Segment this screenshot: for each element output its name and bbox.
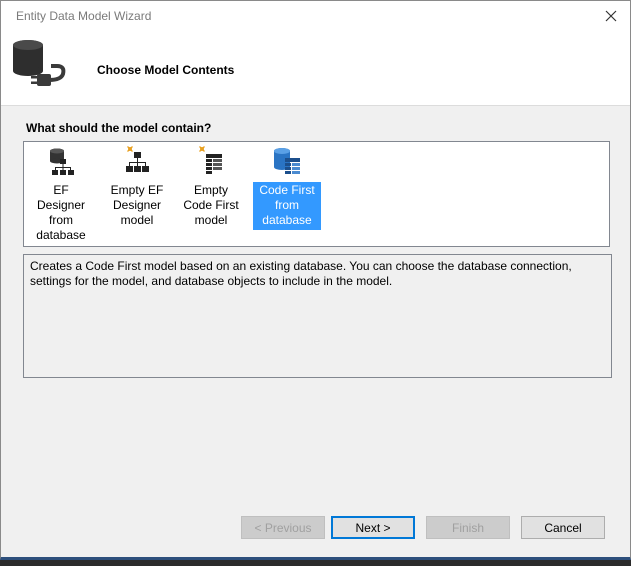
database-designer-icon — [50, 148, 74, 175]
model-question-label: What should the model contain? — [26, 121, 212, 135]
finish-button[interactable]: Finish — [426, 516, 510, 539]
option-empty-ef-designer-model[interactable]: Empty EF Designer model — [103, 146, 171, 227]
previous-button[interactable]: < Previous — [241, 516, 325, 539]
model-options-list: EF Designer from database Empty EF Desig… — [23, 141, 610, 247]
empty-designer-icon — [126, 146, 149, 172]
option-label: EF Designer from database — [36, 183, 86, 242]
option-label: Code First from database — [253, 182, 321, 230]
code-first-database-icon — [274, 148, 300, 174]
page-title: Choose Model Contents — [97, 63, 235, 77]
title-bar: Entity Data Model Wizard — [1, 1, 630, 31]
window-title: Entity Data Model Wizard — [16, 9, 152, 23]
wizard-header: Choose Model Contents — [1, 31, 630, 106]
option-label: Empty EF Designer model — [110, 183, 164, 227]
wizard-window: Entity Data Model Wizard Choose Model Co… — [0, 0, 631, 560]
cancel-button[interactable]: Cancel — [521, 516, 605, 539]
empty-code-first-icon — [199, 146, 222, 174]
option-label: Empty Code First model — [183, 183, 239, 227]
option-code-first-from-database[interactable]: Code First from database — [253, 146, 321, 230]
close-icon — [605, 10, 617, 22]
close-button[interactable] — [598, 4, 624, 28]
database-plug-icon — [13, 40, 66, 86]
option-ef-designer-from-database[interactable]: EF Designer from database — [27, 146, 95, 242]
next-button[interactable]: Next > — [331, 516, 415, 539]
option-description: Creates a Code First model based on an e… — [23, 254, 612, 378]
option-empty-code-first-model[interactable]: Empty Code First model — [177, 146, 245, 227]
